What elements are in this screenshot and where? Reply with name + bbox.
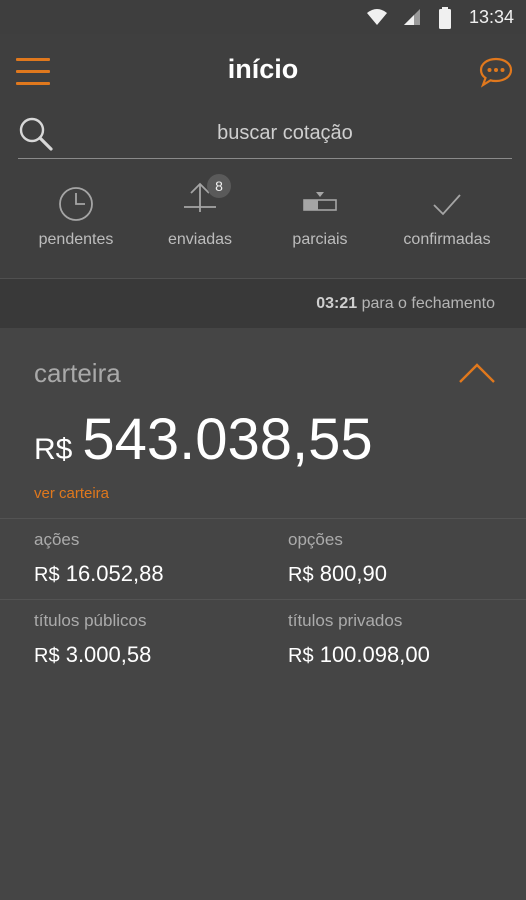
clock-icon	[59, 187, 93, 221]
filter-parciais[interactable]: parciais	[255, 174, 385, 264]
closing-countdown: 03:21 para o fechamento	[316, 295, 495, 313]
asset-value: R$ 16.052,88	[34, 561, 264, 587]
search-input[interactable]	[58, 114, 512, 152]
filter-label: confirmadas	[403, 231, 491, 248]
signal-icon	[404, 9, 420, 25]
divider	[0, 518, 526, 519]
status-time: 13:34	[468, 7, 514, 27]
search-bar	[18, 114, 512, 159]
asset-amount: 800,90	[319, 561, 387, 586]
page-title: início	[227, 54, 299, 84]
filter-enviadas[interactable]: 8 enviadas	[135, 174, 265, 264]
filter-label: pendentes	[38, 231, 114, 248]
asset-opcoes: opções R$ 800,90	[288, 530, 518, 587]
asset-value: R$ 100.098,00	[288, 642, 518, 668]
total-amount: 543.038,55	[82, 407, 373, 472]
chevron-up-icon	[459, 363, 495, 383]
asset-value: R$ 3.000,58	[34, 642, 264, 668]
divider	[0, 599, 526, 600]
asset-titulos-privados: títulos privados R$ 100.098,00	[288, 611, 518, 668]
chat-bubble-icon	[479, 57, 513, 88]
closing-label: para o fechamento	[361, 295, 495, 312]
asset-label: títulos públicos	[34, 611, 147, 630]
chat-button[interactable]	[478, 56, 514, 88]
market-closing-bar: 03:21 para o fechamento	[0, 278, 526, 328]
battery-icon	[439, 7, 451, 29]
top-section: início pendentes	[0, 34, 526, 278]
asset-currency: R$	[288, 564, 314, 586]
sent-count-badge: 8	[207, 174, 231, 198]
wallet-card: carteira R$ 543.038,55 ver carteira ações…	[0, 328, 526, 900]
asset-amount: 100.098,00	[319, 642, 430, 667]
wifi-icon	[367, 9, 387, 25]
status-bar: 13:34	[0, 0, 526, 34]
asset-label: opções	[288, 530, 343, 549]
closing-time: 03:21	[316, 295, 358, 312]
view-wallet-link[interactable]: ver carteira	[34, 485, 109, 502]
check-icon	[433, 194, 461, 216]
search-icon[interactable]	[18, 116, 54, 152]
filter-confirmadas[interactable]: confirmadas	[382, 174, 512, 264]
asset-currency: R$	[34, 645, 60, 667]
filter-pendentes[interactable]: pendentes	[11, 174, 141, 264]
collapse-button[interactable]	[458, 362, 496, 384]
asset-titulos-publicos: títulos públicos R$ 3.000,58	[34, 611, 264, 668]
asset-acoes: ações R$ 16.052,88	[34, 530, 264, 587]
asset-currency: R$	[34, 564, 60, 586]
app-screen: 13:34 início buscar cotação pendentes 8 …	[0, 0, 526, 900]
asset-currency: R$	[288, 645, 314, 667]
order-filters: pendentes 8 enviadas parciais confirmada…	[0, 174, 526, 264]
asset-amount: 16.052,88	[65, 561, 164, 586]
asset-label: títulos privados	[288, 611, 403, 630]
asset-label: ações	[34, 530, 80, 549]
wallet-total: R$ 543.038,55	[34, 406, 373, 473]
partial-icon	[303, 192, 337, 211]
asset-value: R$ 800,90	[288, 561, 518, 587]
asset-amount: 3.000,58	[65, 642, 152, 667]
wallet-title: carteira	[34, 358, 121, 388]
filter-label: enviadas	[167, 231, 233, 248]
total-currency: R$	[34, 433, 73, 466]
filter-label: parciais	[292, 231, 348, 248]
